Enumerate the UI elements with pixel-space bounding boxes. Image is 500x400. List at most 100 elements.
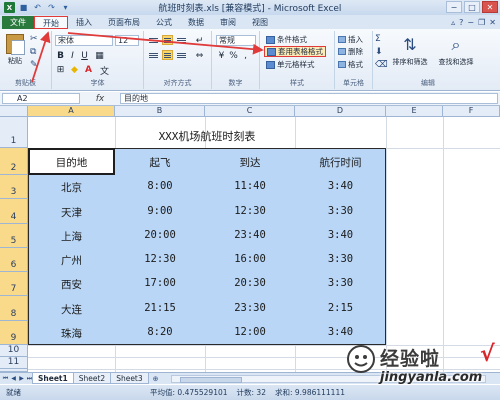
table-cell[interactable]: 广州 <box>28 253 115 268</box>
table-cell[interactable]: 3:40 <box>295 326 386 338</box>
fx-icon[interactable]: fx <box>80 94 120 104</box>
table-cell[interactable]: 珠海 <box>28 326 115 341</box>
maximize-button[interactable]: □ <box>464 1 480 13</box>
header-cell-arrival[interactable]: 到达 <box>205 155 295 170</box>
align-top-icon[interactable] <box>148 35 159 45</box>
header-cell-departure[interactable]: 起飞 <box>115 155 205 170</box>
format-as-table-button[interactable]: 套用表格格式 <box>264 46 326 57</box>
name-box[interactable]: A2 <box>2 93 80 104</box>
window-close-icon[interactable]: ✕ <box>489 18 496 27</box>
paste-button[interactable]: 粘贴 <box>4 34 26 70</box>
column-header-b[interactable]: B <box>115 106 205 117</box>
font-size-select[interactable]: 12 <box>115 35 139 46</box>
sheet-tab-sheet3[interactable]: Sheet3 <box>110 373 149 384</box>
table-cell[interactable]: 3:30 <box>295 253 386 265</box>
row-header-11[interactable]: 11 <box>0 357 28 369</box>
undo-icon[interactable]: ↶ <box>32 2 43 13</box>
table-cell[interactable]: 北京 <box>28 180 115 195</box>
clear-icon[interactable]: ⌫ <box>375 60 388 70</box>
window-restore-icon[interactable]: ❐ <box>478 18 485 27</box>
first-sheet-icon[interactable]: ⏮ <box>2 375 9 383</box>
number-format-select[interactable]: 常规 <box>216 35 256 46</box>
table-cell[interactable]: 天津 <box>28 205 115 220</box>
comma-button[interactable]: , <box>240 50 251 62</box>
find-select-button[interactable]: ⌕ 查找和选择 <box>433 35 479 67</box>
help-icon[interactable]: ? <box>459 18 463 27</box>
column-header-e[interactable]: E <box>386 106 443 117</box>
table-cell[interactable]: 9:00 <box>115 205 205 217</box>
minimize-button[interactable]: − <box>446 1 462 13</box>
table-cell[interactable]: 12:00 <box>205 326 295 338</box>
sheet-tab-sheet2[interactable]: Sheet2 <box>72 373 112 384</box>
table-cell[interactable]: 12:30 <box>115 253 205 265</box>
row-header-4[interactable]: 4 <box>0 199 28 224</box>
row-header-7[interactable]: 7 <box>0 272 28 296</box>
fill-color-icon[interactable]: ◆ <box>69 64 80 76</box>
align-left-icon[interactable] <box>148 50 159 60</box>
merge-center-icon[interactable]: ⇔ <box>194 50 205 62</box>
cut-icon[interactable]: ✂ <box>30 34 38 44</box>
copy-icon[interactable]: ⧉ <box>30 47 36 57</box>
align-center-icon[interactable] <box>162 50 173 60</box>
tab-page-layout[interactable]: 页面布局 <box>100 16 148 29</box>
prev-sheet-icon[interactable]: ◀ <box>10 375 17 383</box>
formula-input[interactable]: 目的地 <box>120 93 498 104</box>
column-header-a[interactable]: A <box>28 106 115 117</box>
border-dropdown-icon[interactable]: ⊞ <box>55 64 66 76</box>
column-header-c[interactable]: C <box>205 106 295 117</box>
table-cell[interactable]: 23:30 <box>205 302 295 314</box>
tab-review[interactable]: 审阅 <box>212 16 244 29</box>
header-cell-duration[interactable]: 航行时间 <box>295 155 386 170</box>
table-cell[interactable]: 12:30 <box>205 205 295 217</box>
table-cell[interactable]: 8:20 <box>115 326 205 338</box>
table-cell[interactable]: 20:00 <box>115 229 205 241</box>
delete-cells-button[interactable]: 删除 <box>338 46 363 57</box>
table-cell[interactable]: 3:40 <box>295 180 386 192</box>
row-header-3[interactable]: 3 <box>0 175 28 199</box>
align-bottom-icon[interactable] <box>176 35 187 45</box>
minimize-ribbon-icon[interactable]: ▵ <box>451 18 455 27</box>
row-header-8[interactable]: 8 <box>0 296 28 321</box>
spreadsheet-grid[interactable]: A B C D E F 1 2 3 4 5 6 7 8 9 10 11 12 X… <box>0 106 500 372</box>
table-cell[interactable]: 3:30 <box>295 277 386 289</box>
currency-icon[interactable]: ¥ <box>216 50 227 62</box>
italic-button[interactable]: I <box>67 50 78 62</box>
row-header-6[interactable]: 6 <box>0 248 28 272</box>
table-cell[interactable]: 大连 <box>28 302 115 317</box>
bold-button[interactable]: B <box>55 50 66 62</box>
redo-icon[interactable]: ↷ <box>46 2 57 13</box>
table-cell[interactable]: 3:30 <box>295 205 386 217</box>
customize-icon[interactable]: ▾ <box>60 2 71 13</box>
select-all-corner[interactable] <box>0 106 28 117</box>
format-painter-icon[interactable]: ✎ <box>30 60 38 70</box>
sheet-tab-sheet1[interactable]: Sheet1 <box>32 373 74 384</box>
align-middle-icon[interactable] <box>162 35 173 45</box>
table-cell[interactable]: 3:40 <box>295 229 386 241</box>
table-cell[interactable]: 16:00 <box>205 253 295 265</box>
insert-sheet-icon[interactable]: ⊕ <box>149 375 163 383</box>
table-cell[interactable]: 11:40 <box>205 180 295 192</box>
tab-file[interactable]: 文件 <box>2 16 34 29</box>
window-minimize-icon[interactable]: − <box>467 18 474 27</box>
table-cell[interactable]: 20:30 <box>205 277 295 289</box>
tab-data[interactable]: 数据 <box>180 16 212 29</box>
fill-icon[interactable]: ⬇ <box>375 47 383 57</box>
borders-icon[interactable]: ▦ <box>94 50 105 62</box>
phonetic-icon[interactable]: 文 <box>99 64 110 77</box>
excel-app-icon[interactable]: X <box>4 2 15 13</box>
row-header-1[interactable]: 1 <box>0 117 28 148</box>
save-icon[interactable]: ■ <box>18 2 29 13</box>
tab-insert[interactable]: 插入 <box>68 16 100 29</box>
autosum-icon[interactable]: Σ <box>375 34 381 44</box>
tab-view[interactable]: 视图 <box>244 16 276 29</box>
underline-button[interactable]: U <box>79 50 90 62</box>
column-header-f[interactable]: F <box>443 106 500 117</box>
close-button[interactable]: ✕ <box>482 1 498 13</box>
column-header-d[interactable]: D <box>295 106 386 117</box>
conditional-format-button[interactable]: 条件格式 <box>264 34 309 45</box>
tab-formulas[interactable]: 公式 <box>148 16 180 29</box>
tab-home[interactable]: 开始 <box>34 16 68 29</box>
row-header-2[interactable]: 2 <box>0 148 28 175</box>
align-right-icon[interactable] <box>176 50 187 60</box>
table-cell[interactable]: 23:40 <box>205 229 295 241</box>
